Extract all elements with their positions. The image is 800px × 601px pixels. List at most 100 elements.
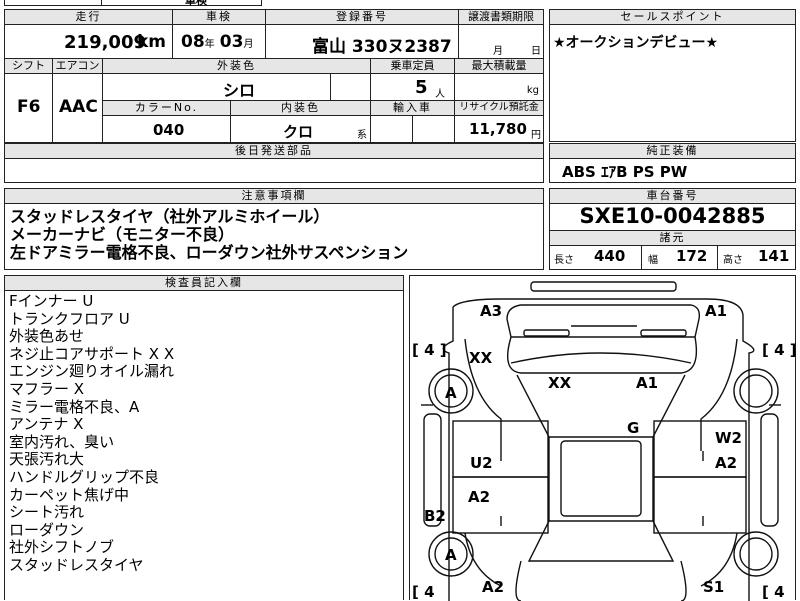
mark-rear-fender-right: S1 [703,578,725,596]
transfer-month-unit: 月 [493,46,503,57]
mark-front-bumper-left: A3 [480,302,503,320]
inspector-line: エンジン廻りオイル漏れ [9,362,175,381]
shift-cell: シフト F6 [5,59,53,142]
inspector-line: ハンドルグリップ不良 [9,467,160,486]
max-load-header: 最大積載量 [455,59,543,74]
shaken-year-unit: 年 [204,39,215,50]
ext-color-header: 外装色 [103,59,370,74]
inspector-line: 外装色あせ [9,327,85,346]
recycle-header: リサイクル預託金 [455,101,543,116]
chassis-header: 車台番号 [550,189,795,204]
mark-front-door-right-glass: W2 [715,429,742,447]
length-label: 長さ [554,255,574,266]
mileage-unit: km [136,32,166,52]
notes-lines: スタッドレスタイヤ（社外アルミホイール） メーカーナビ（モニター不良） 左ドアミ… [10,208,408,262]
int-color-cell: 内装色 クロ 系 [231,101,371,142]
color-no-header: カラーNo. [103,101,230,116]
equipment-header: 純正装備 [550,144,795,159]
mark-windshield: G [627,419,640,437]
top-partial-text: 車検 [185,0,207,7]
recycle-value: 11,780 [469,120,527,138]
mark-front-bumper-right: A1 [705,302,728,320]
notes-box: 注意事項欄 スタッドレスタイヤ（社外アルミホイール） メーカーナビ（モニター不良… [4,188,544,270]
divider [412,115,413,142]
top-partial-row: 車検 [4,0,262,7]
inspector-line: 室内汚れ、臭い [9,432,115,451]
import-header: 輸入車 [371,101,454,116]
int-color-suffix: 系 [357,130,367,141]
divider [101,0,102,5]
mark-hood-right: A1 [636,374,659,392]
divider [641,245,642,269]
inspector-line: シート汚れ [9,503,85,522]
width-value: 172 [676,247,708,265]
notes-header: 注意事項欄 [5,189,543,204]
shaken-date: 08年 03月 [181,32,253,52]
max-load-unit: kg [526,85,539,96]
divider [330,73,331,100]
shaken-header: 車検 [173,10,265,25]
inspector-header: 検査員記入欄 [5,276,403,291]
sales-point-header: セールスポイント [550,10,795,25]
registration-header: 登録番号 [266,10,458,25]
shaken-month: 03 [219,32,244,52]
int-color-value: クロ [283,123,314,141]
later-parts-header: 後日発送部品 [5,144,543,159]
sales-point-box: セールスポイント ★オークションデビュー★ [549,9,796,142]
capacity-cell: 乗車定員 5 人 [371,59,455,101]
sales-point-text: ★オークションデビュー★ [553,35,719,51]
color-no-value: 040 [153,121,185,139]
capacity-unit: 人 [435,89,445,100]
tread-front-right: [ 4 ] [762,341,797,359]
height-label: 高さ [723,255,743,266]
ac-value: AAC [59,97,98,117]
inspector-line: スタッドレスタイヤ [9,555,144,574]
inspector-lines: Fインナー U トランクフロア U 外装色あせ ネジ止コアサポート X X エン… [9,292,175,575]
chassis-box: 車台番号 SXE10-0042885 諸元 長さ 440 幅 172 高さ 14… [549,188,796,270]
capacity-header: 乗車定員 [371,59,454,74]
inspector-line: 社外シフトノブ [9,538,115,557]
car-diagram: [ 4 ] [ 4 ] [ 4 [ 4 A3 A1 XX XX A1 A G W… [409,275,797,601]
tread-front-left: [ 4 ] [412,341,447,359]
mark-rear-fender-left: A2 [482,578,505,596]
transfer-docs-header: 譲渡書類期限 [459,10,543,25]
length-value: 440 [594,247,626,265]
basic-info-row: 走行 219,009 km 車検 08年 03月 登録番号 富山 330ヌ238… [4,9,544,59]
inspector-line: ミラー電格不良、A [9,397,140,416]
ext-color-value: シロ [223,81,256,100]
transfer-docs-cell: 譲渡書類期限 月 日 [459,10,543,58]
shaken-cell: 車検 08年 03月 [173,10,266,58]
inspector-line: Fインナー U [9,292,94,310]
mark-front-door-right: A2 [715,454,738,472]
mileage-value: 219,009 [64,32,146,53]
notes-line: メーカーナビ（モニター不良） [10,225,235,244]
shaken-year: 08 [181,32,205,52]
ext-color-cell: 外装色 シロ [103,59,371,101]
int-color-header: 内装色 [231,101,370,116]
equipment-text: ABS ｴｱB PS PW [562,163,688,181]
width-label: 幅 [648,255,658,266]
equipment-box: 純正装備 ABS ｴｱB PS PW [549,143,796,183]
mark-front-wheel-left: A [445,384,457,402]
specs-row: 長さ 440 幅 172 高さ 141 [550,245,795,269]
mark-front-door-left: U2 [470,454,493,472]
recycle-unit: 円 [531,130,541,141]
max-load-cell: 最大積載量 kg [455,59,543,101]
mark-rear-door-left: A2 [468,488,491,506]
capacity-value: 5 [415,77,428,98]
inspector-line: トランクフロア U [9,309,130,328]
notes-line: 左ドアミラー電格不良、ローダウン社外サスペンション [10,243,409,262]
divider [717,245,718,269]
inspector-line: マフラー X [9,379,85,398]
inspector-line: 天張汚れ大 [9,450,85,469]
mileage-cell: 走行 219,009 km [5,10,173,58]
spec-row: シフト F6 エアコン AAC 外装色 シロ 乗車定員 5 人 最大積載量 kg… [4,59,544,143]
mark-hood-left: XX [548,374,572,392]
height-value: 141 [758,247,790,265]
ac-cell: エアコン AAC [53,59,103,142]
inspector-line: ネジ止コアサポート X X [9,344,175,363]
inspector-line: ローダウン [9,520,85,539]
ac-header: エアコン [53,59,102,74]
color-no-cell: カラーNo. 040 [103,101,231,142]
tread-rear-right: [ 4 [762,583,785,601]
